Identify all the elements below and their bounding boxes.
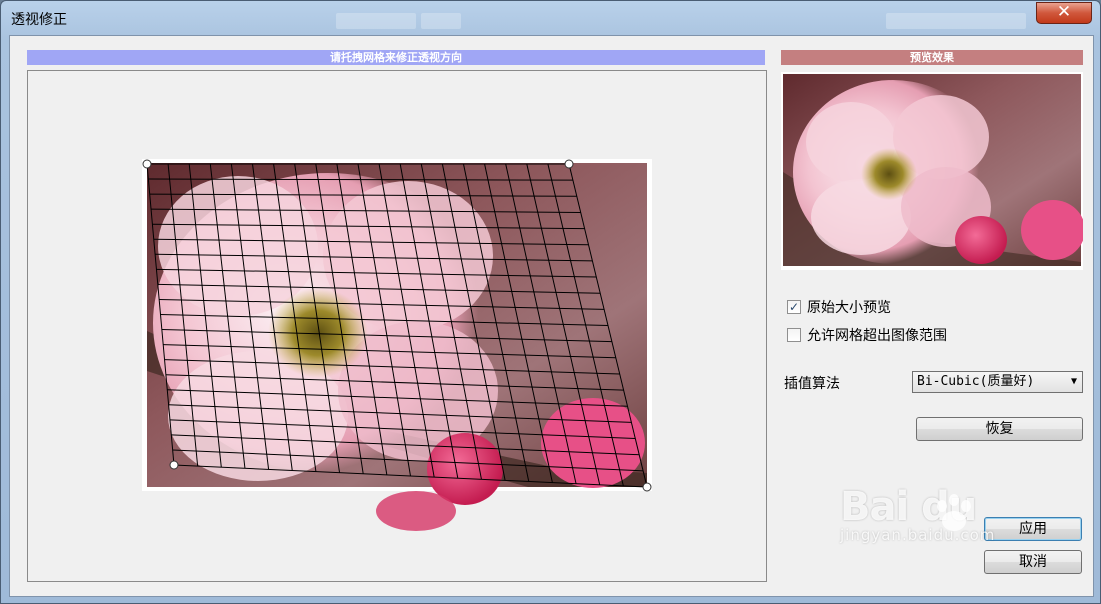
close-icon: ✕ <box>1056 2 1072 22</box>
allow-grid-outside-label: 允许网格超出图像范围 <box>807 328 947 344</box>
original-size-preview-label: 原始大小预览 <box>807 300 891 316</box>
preview-image-frame <box>781 72 1085 270</box>
dialog-window: 透视修正 ✕ 请托拽网格来修正透视方向 预览效果 ✓ 原始大小预览 允许网格超出… <box>0 0 1101 604</box>
title-bar[interactable]: 透视修正 ✕ <box>1 1 1100 35</box>
chevron-down-icon: ▼ <box>1070 376 1077 387</box>
apply-button[interactable]: 应用 <box>984 517 1082 541</box>
perspective-canvas-panel <box>27 70 767 582</box>
original-size-preview-option[interactable]: ✓ 原始大小预览 <box>787 298 891 316</box>
dialog-body: 请托拽网格来修正透视方向 预览效果 ✓ 原始大小预览 允许网格超出图像范围 插值… <box>9 35 1094 597</box>
interpolation-select[interactable]: Bi-Cubic(质量好) ▼ <box>912 371 1083 393</box>
close-button[interactable]: ✕ <box>1036 2 1092 24</box>
background-window-ghost <box>886 13 1026 29</box>
allow-grid-outside-checkbox[interactable] <box>787 328 801 342</box>
interpolation-label: 插值算法 <box>784 376 840 392</box>
window-title: 透视修正 <box>11 12 67 28</box>
interpolation-selected-value: Bi-Cubic(质量好) <box>917 374 1035 389</box>
grid-panel-header: 请托拽网格来修正透视方向 <box>27 50 765 65</box>
allow-grid-outside-option[interactable]: 允许网格超出图像范围 <box>787 326 947 344</box>
corner-handle-top-right[interactable] <box>564 159 574 169</box>
paw-icon <box>937 494 971 531</box>
preview-panel-header: 预览效果 <box>781 50 1083 65</box>
baidu-watermark: Bai du jingyan.baidu.com <box>840 484 995 544</box>
corner-handle-top-left[interactable] <box>142 159 152 169</box>
cancel-button[interactable]: 取消 <box>984 550 1082 574</box>
preview-image <box>783 74 1085 266</box>
restore-button[interactable]: 恢复 <box>916 417 1083 441</box>
original-size-preview-checkbox[interactable]: ✓ <box>787 300 801 314</box>
background-window-ghost <box>421 13 461 29</box>
corner-handle-bottom-left[interactable] <box>169 460 179 470</box>
corner-handle-bottom-right[interactable] <box>642 482 652 492</box>
background-window-ghost <box>336 13 416 29</box>
perspective-canvas[interactable] <box>28 71 766 581</box>
